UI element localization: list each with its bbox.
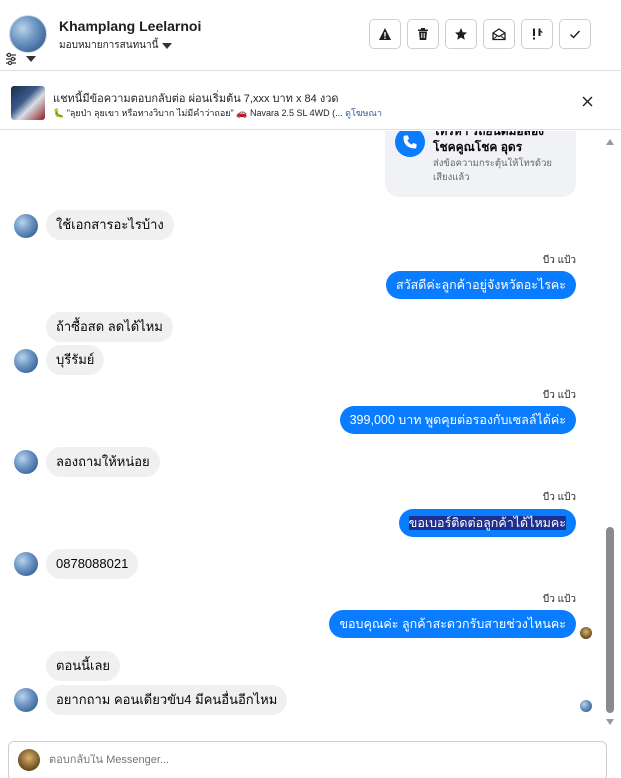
warning-icon <box>379 28 391 40</box>
call-prompt-card: โทรหา รถยนต์มือสอง โชคคูณโชค อุดร ส่งข้อ… <box>385 131 576 197</box>
ad-description: 🐛 "ลุยป่า ลุยเขา หรือทางวิบาก ไม่มีคำว่า… <box>53 108 343 118</box>
filter-settings-icon[interactable] <box>5 52 39 66</box>
delete-button[interactable] <box>407 19 439 49</box>
incoming-message[interactable]: ถ้าซื้อสด ลดได้ไหม <box>46 312 173 342</box>
exclamation-icon <box>533 28 543 40</box>
ad-thumbnail[interactable] <box>11 86 45 120</box>
card-title: โทรหา รถยนต์มือสอง โชคคูณโชค อุดร <box>433 131 545 154</box>
close-icon[interactable] <box>582 96 593 107</box>
seen-avatar <box>580 627 592 639</box>
reply-input[interactable] <box>49 754 589 766</box>
card-subtitle: ส่งข้อความกระตุ้นให้โทรด้วยเสียงแล้ว <box>433 158 552 183</box>
conversation-actions <box>369 19 591 49</box>
contact-name[interactable]: Khamplang Leelarnoi <box>59 18 201 34</box>
sender-name: บีว แป้ว <box>542 255 576 266</box>
ad-context-banner: แชทนี้มีข้อความตอบกลับต่อ ผ่อนเริ่มต้น 7… <box>0 72 621 130</box>
mark-unread-button[interactable] <box>483 19 515 49</box>
star-button[interactable] <box>445 19 477 49</box>
ad-title: แชทนี้มีข้อความตอบกลับต่อ ผ่อนเริ่มต้น 7… <box>53 93 339 105</box>
incoming-message[interactable]: บุรีรัมย์ <box>46 345 105 375</box>
incoming-message[interactable]: 0878088021 <box>46 549 139 579</box>
contact-avatar-small[interactable] <box>14 688 38 712</box>
open-envelope-icon <box>492 28 506 41</box>
report-spam-button[interactable] <box>369 19 401 49</box>
message-thread: โทรหา รถยนต์มือสอง โชคคูณโชค อุดร ส่งข้อ… <box>0 131 600 736</box>
outgoing-message[interactable]: สวัสดีค่ะลูกค้าอยู่จังหวัดอะไรคะ <box>385 271 576 299</box>
page-avatar <box>18 749 40 771</box>
thread-scrollbar[interactable] <box>606 137 615 727</box>
contact-avatar-small[interactable] <box>14 552 38 576</box>
assign-label: มอบหมายการสนทนานี้ <box>59 40 159 51</box>
outgoing-message[interactable]: ขอเบอร์ติดต่อลูกค้าได้ไหมคะ <box>398 509 576 537</box>
mark-done-button[interactable] <box>559 19 591 49</box>
contact-avatar-small[interactable] <box>14 450 38 474</box>
assign-conversation-dropdown[interactable]: มอบหมายการสนทนานี้ <box>59 38 173 53</box>
contact-avatar-small[interactable] <box>14 349 38 373</box>
scroll-down-icon[interactable] <box>606 719 614 725</box>
outgoing-message[interactable]: 399,000 บาท พูดคุยต่อรองกับเซลล์ได้ค่ะ <box>339 406 576 434</box>
outgoing-message[interactable]: ขอบคุณค่ะ ลูกค้าสะดวกรับสายช่วงไหนคะ <box>329 610 576 638</box>
incoming-message[interactable]: ตอนนี้เลย <box>46 651 121 681</box>
sender-name: บีว แป้ว <box>542 390 576 401</box>
sender-name: บีว แป้ว <box>542 594 576 605</box>
reply-composer <box>8 741 607 778</box>
chevron-down-icon <box>162 42 173 49</box>
incoming-message[interactable]: ใช้เอกสารอะไรบ้าง <box>46 210 174 240</box>
phone-icon[interactable] <box>395 131 425 157</box>
view-ad-link[interactable]: ดูโฆษณา <box>345 108 382 118</box>
conversation-header: Khamplang Leelarnoi มอบหมายการสนทนานี้ <box>0 0 621 71</box>
scrollbar-thumb[interactable] <box>606 527 614 713</box>
selected-text: ขอเบอร์ติดต่อลูกค้าได้ไหมคะ <box>408 516 566 530</box>
seen-avatar <box>580 700 592 712</box>
contact-avatar[interactable] <box>9 15 47 53</box>
incoming-message[interactable]: อยากถาม คอนเดียวขับ4 มีคนอื่นอีกไหม <box>46 685 288 715</box>
ad-subtitle: 🐛 "ลุยป่า ลุยเขา หรือทางวิบาก ไม่มีคำว่า… <box>53 106 382 120</box>
mark-important-button[interactable] <box>521 19 553 49</box>
scroll-up-icon[interactable] <box>606 139 614 145</box>
star-icon <box>455 28 467 40</box>
sender-name: บีว แป้ว <box>542 492 576 503</box>
check-icon <box>570 30 581 39</box>
incoming-message[interactable]: ลองถามให้หน่อย <box>46 447 160 477</box>
contact-avatar-small[interactable] <box>14 214 38 238</box>
trash-icon <box>418 28 428 40</box>
